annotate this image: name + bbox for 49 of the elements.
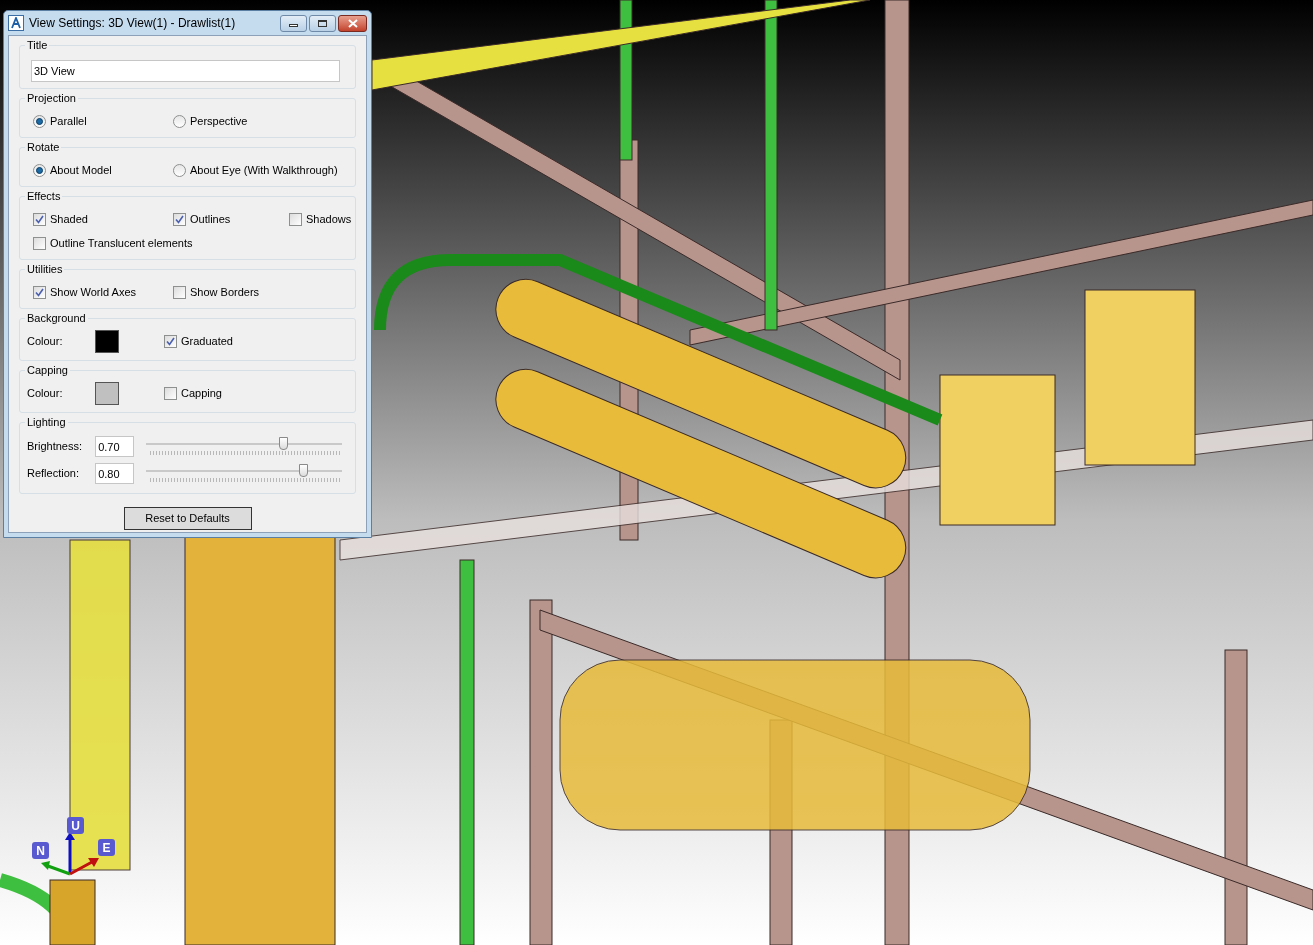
axis-label: E	[98, 839, 115, 856]
checkbox[interactable]	[164, 386, 177, 400]
checkbox[interactable]	[164, 334, 177, 348]
value-field[interactable]: 0.80	[95, 463, 135, 484]
colour-swatch[interactable]	[95, 329, 119, 353]
checkbox-label: Outlines	[190, 211, 231, 227]
radio-label: Parallel	[50, 113, 87, 129]
checkbox[interactable]	[33, 212, 46, 226]
radio-button[interactable]	[173, 163, 186, 177]
slider-label: Reflection:	[27, 466, 80, 482]
window-title: View Settings: 3D View(1) - Drawlist(1)	[29, 15, 236, 32]
slider-track[interactable]	[146, 463, 342, 484]
minimize-icon	[289, 24, 298, 27]
radio-label: About Eye (With Walkthrough)	[190, 162, 338, 178]
radio-button[interactable]	[33, 163, 46, 177]
maximize-icon	[318, 19, 327, 27]
close-button[interactable]	[338, 14, 367, 32]
checkbox[interactable]	[173, 212, 186, 226]
checkbox[interactable]	[289, 212, 302, 226]
checkbox[interactable]	[173, 285, 186, 299]
radio-button[interactable]	[173, 114, 186, 128]
slider-track[interactable]	[146, 436, 342, 457]
checkbox-label: Show World Axes	[50, 284, 136, 300]
maximize-button[interactable]	[309, 14, 336, 32]
axis-label: U	[67, 817, 84, 834]
axis-label: N	[32, 842, 49, 859]
slider-thumb[interactable]	[279, 436, 289, 450]
checkbox-label: Capping	[181, 385, 222, 401]
colour-label: Colour:	[27, 385, 64, 401]
checkbox[interactable]	[33, 285, 46, 299]
radio-label: Perspective	[190, 113, 248, 129]
value-field[interactable]: 0.70	[95, 436, 135, 457]
close-icon	[347, 18, 358, 28]
app-logo-icon	[8, 15, 24, 31]
slider-thumb[interactable]	[298, 463, 308, 477]
checkbox-label: Outline Translucent elements	[50, 235, 193, 251]
colour-swatch[interactable]	[95, 381, 119, 405]
minimize-button[interactable]	[280, 14, 307, 32]
radio-button[interactable]	[33, 114, 46, 128]
reset-to-defaults-button[interactable]: Reset to Defaults	[123, 507, 252, 530]
radio-label: About Model	[50, 162, 112, 178]
checkbox-label: Show Borders	[190, 284, 260, 300]
title-field[interactable]: 3D View	[31, 60, 340, 82]
checkbox-label: Shaded	[50, 211, 88, 227]
checkbox-label: Shadows	[306, 211, 352, 227]
checkbox[interactable]	[33, 236, 46, 250]
slider-label: Brightness:	[27, 439, 84, 455]
colour-label: Colour:	[27, 333, 64, 349]
checkbox-label: Graduated	[181, 333, 233, 349]
